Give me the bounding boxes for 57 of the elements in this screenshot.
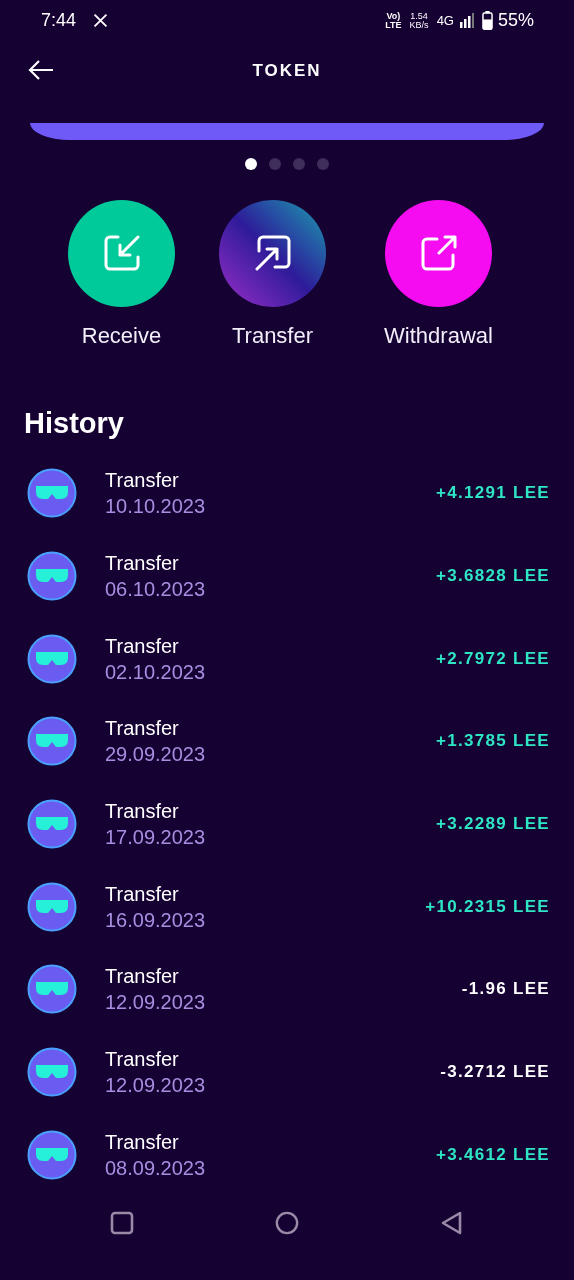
- battery-percent: 55%: [497, 10, 534, 32]
- transaction-title: Transfer: [105, 716, 180, 742]
- avatar-icon: [27, 716, 77, 767]
- avatar-icon: [27, 1129, 77, 1180]
- transaction-date: 12.09.2023: [105, 990, 207, 1016]
- signal-icon: [457, 12, 474, 29]
- home-icon[interactable]: [275, 1211, 299, 1236]
- page-indicator-dot[interactable]: [269, 157, 281, 170]
- transaction-date: 02.10.2023: [105, 659, 207, 685]
- page-indicator-dot[interactable]: [245, 157, 257, 170]
- transaction-amount: +4.1291 LEE: [436, 483, 550, 504]
- transaction-amount: +3.6828 LEE: [436, 565, 550, 586]
- back-button[interactable]: [28, 59, 54, 80]
- recents-icon[interactable]: [110, 1211, 134, 1236]
- transaction-amount: +2.7972 LEE: [436, 648, 550, 669]
- transaction-date: 29.09.2023: [105, 742, 207, 768]
- receive-label: Receive: [81, 322, 162, 349]
- transaction-amount: -1.96 LEE: [461, 979, 550, 1000]
- transaction-title: Transfer: [105, 1129, 180, 1155]
- transfer-label: Transfer: [231, 322, 314, 349]
- transaction-date: 10.10.2023: [105, 494, 207, 520]
- transaction-amount: +3.4612 LEE: [436, 1144, 550, 1165]
- avatar-icon: [27, 964, 77, 1015]
- transaction-amount: +3.2289 LEE: [436, 813, 550, 834]
- avatar-icon: [27, 1047, 77, 1097]
- transaction-date: 12.09.2023: [105, 1073, 207, 1098]
- avatar-icon: [27, 468, 77, 519]
- transaction-date: 17.09.2023: [105, 824, 207, 850]
- avatar-icon: [27, 633, 77, 684]
- transaction-title: Transfer: [105, 964, 180, 990]
- transaction-title: Transfer: [105, 1047, 180, 1072]
- page-title: TOKEN: [252, 60, 322, 81]
- transaction-date: 06.10.2023: [105, 576, 207, 602]
- x-logo-icon: [92, 12, 110, 30]
- avatar-icon: [27, 798, 77, 849]
- volte-indicator: Vo) LTE: [385, 11, 402, 30]
- page-indicator-dot[interactable]: [293, 157, 305, 170]
- transaction-title: Transfer: [105, 550, 180, 576]
- transaction-amount: +1.3785 LEE: [436, 731, 550, 752]
- network-type: 4G: [436, 13, 454, 29]
- page-indicator-dot[interactable]: [317, 157, 329, 170]
- transaction-title: Transfer: [105, 468, 180, 494]
- transaction-amount: +10.2315 LEE: [425, 896, 550, 917]
- transaction-date: 16.09.2023: [105, 907, 207, 933]
- battery-icon: [481, 11, 493, 31]
- back-nav-icon[interactable]: [440, 1211, 464, 1236]
- transaction-title: Transfer: [105, 881, 180, 907]
- avatar-icon: [27, 881, 77, 932]
- withdrawal-label: Withdrawal: [384, 322, 493, 349]
- clock: 7:44: [41, 10, 77, 32]
- transaction-amount: -3.2712 LEE: [440, 1062, 550, 1082]
- history-heading: History: [24, 406, 125, 440]
- transaction-title: Transfer: [105, 798, 180, 824]
- network-speed: 1.54 KB/s: [409, 11, 429, 30]
- transaction-title: Transfer: [105, 633, 180, 659]
- transaction-date: 08.09.2023: [105, 1155, 207, 1181]
- avatar-icon: [27, 550, 77, 601]
